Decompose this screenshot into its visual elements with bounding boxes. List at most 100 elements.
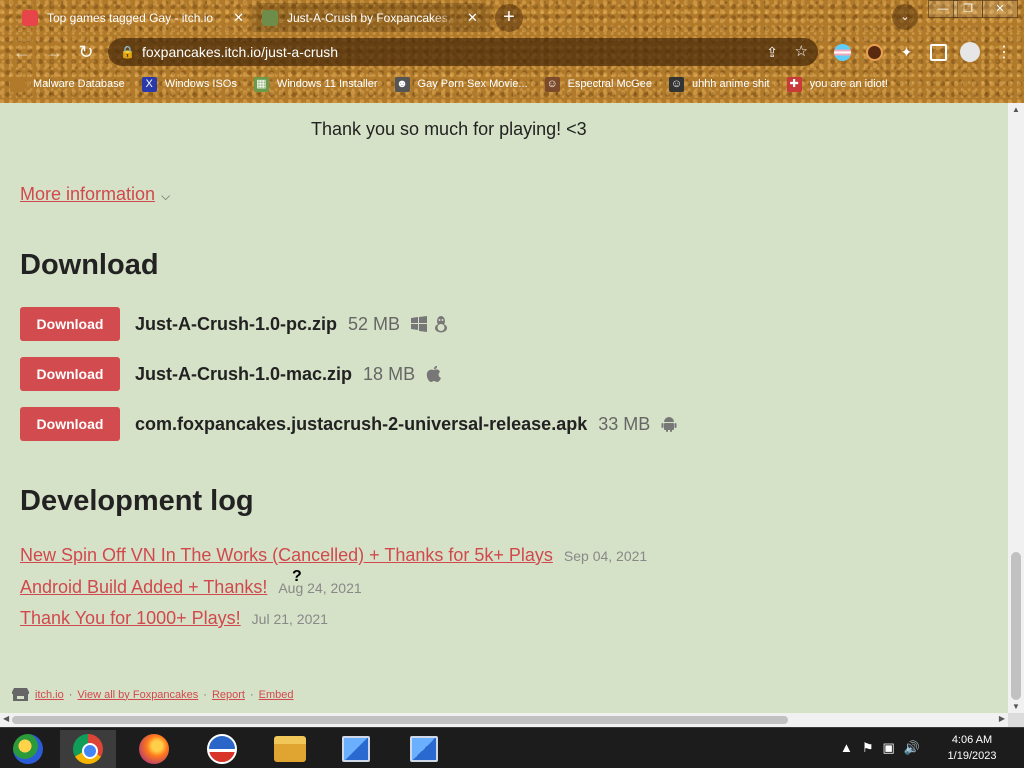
view-all-link[interactable]: View all by Foxpancakes [77,689,198,701]
reload-button[interactable]: ↻ [74,40,98,64]
devlog-link[interactable]: New Spin Off VN In The Works (Cancelled)… [20,545,553,566]
scroll-left-icon[interactable]: ◀ [3,714,9,723]
bookmark-item[interactable]: ▦ Windows 11 Installer [253,76,378,92]
bookmark-favicon-icon [10,76,25,92]
bookmark-label: you are an idiot! [809,78,888,90]
help-cursor-icon: ? [292,568,302,585]
download-row: Download Just-A-Crush-1.0-mac.zip 18 MB [20,357,447,391]
scrollbar-corner [1008,713,1024,727]
close-window-button[interactable]: ✕ [982,0,1018,18]
devlog-item: New Spin Off VN In The Works (Cancelled)… [20,545,647,566]
address-bar[interactable]: 🔒 foxpancakes.itch.io/just-a-crush ⇪ ☆ [108,38,818,66]
bookmark-favicon-icon: X [141,76,157,92]
side-panel-icon[interactable] [930,44,947,61]
scrollbar-thumb[interactable] [12,716,788,724]
more-information-link[interactable]: More information ⌵ [20,184,170,205]
file-size: 52 MB [348,313,401,334]
devlog-heading: Development log [20,485,254,517]
bookmark-favicon-icon: ▦ [253,76,269,92]
bookmark-label: uhhh anime shit [691,78,770,90]
more-information-label: More information [20,184,156,204]
page-content: Thank you so much for playing! <3 More i… [0,103,1008,713]
scroll-up-icon[interactable]: ▲ [1012,105,1020,114]
thanks-message: Thank you so much for playing! <3 [311,119,587,139]
scrollbar-thumb[interactable] [1011,552,1021,700]
tab-search-button[interactable]: ⌄ [892,4,918,30]
bookmark-item[interactable]: Malware Database [10,76,125,92]
download-button[interactable]: Download [20,307,120,341]
tab-top-games[interactable]: Top games tagged Gay - itch.io ✕ [12,3,254,32]
bookmark-favicon-icon: ☻ [394,76,410,92]
bookmark-star-icon[interactable]: ☆ [795,38,808,66]
taskbar-network-app[interactable] [396,730,452,768]
avatar-extension-icon[interactable] [866,44,883,61]
bookmark-favicon-icon: ☺ [544,76,560,92]
network-icon[interactable]: ▣ [883,740,895,756]
taskbar-chrome[interactable] [60,730,116,768]
system-tray: ▲ ⚑ ▣ 🔊 [840,740,920,756]
bookmark-favicon-icon: ✚ [786,76,802,92]
bookmark-item[interactable]: ☻ Gay Porn Sex Movie... [394,76,528,92]
folder-icon [274,736,306,762]
bookmark-label: Windows 11 Installer [276,78,378,90]
chevron-down-icon: ⌵ [161,189,171,203]
share-icon[interactable]: ⇪ [766,38,778,66]
obama-logo-icon [207,734,237,764]
clock-date: 1/19/2023 [947,750,997,762]
bookmark-favicon-icon: ☺ [668,76,684,92]
download-button[interactable]: Download [20,357,120,391]
bookmark-item[interactable]: ☺ uhhh anime shit [668,76,770,92]
taskbar-firefox[interactable] [126,730,182,768]
windows-orb-icon [13,734,43,764]
back-button[interactable]: ← [10,40,34,64]
tab-just-a-crush[interactable]: Just-A-Crush by Foxpancakes, be ✕ [252,3,490,32]
download-row: Download com.foxpancakes.justacrush-2-un… [20,407,682,441]
bookmark-label: Espectral McGee [567,78,652,90]
start-button[interactable] [0,730,56,768]
profile-avatar-icon[interactable] [960,42,980,62]
trans-flag-extension-icon[interactable] [834,44,851,61]
taskbar-network-app[interactable] [328,730,384,768]
new-tab-button[interactable]: + [495,4,523,32]
show-hidden-icons[interactable]: ▲ [840,740,853,756]
volume-icon[interactable]: 🔊 [904,740,920,756]
devlog-link[interactable]: Thank You for 1000+ Plays! [20,608,241,629]
file-name: com.foxpancakes.justacrush-2-universal-r… [135,413,588,434]
scroll-right-icon[interactable]: ▶ [999,714,1005,723]
itch-io-link[interactable]: itch.io [35,689,64,701]
scroll-down-icon[interactable]: ▼ [1012,702,1020,711]
vertical-scrollbar[interactable]: ▲ ▼ [1008,103,1024,713]
maximize-button[interactable]: ❐ [953,0,983,18]
menu-dots-icon[interactable]: ⋮ [996,42,1012,62]
network-computer-icon [410,736,438,762]
separator: · [68,688,73,701]
clock-time: 4:06 AM [951,734,993,746]
taskbar-obama-app[interactable] [194,730,250,768]
lock-icon[interactable]: 🔒 [120,38,135,66]
report-link[interactable]: Report [212,689,245,701]
devlog-item: Thank You for 1000+ Plays! Jul 21, 2021 [20,608,328,629]
bookmark-item[interactable]: X Windows ISOs [141,76,237,92]
apple-icon [426,366,442,382]
tab-close-icon[interactable]: ✕ [467,10,478,26]
flag-icon[interactable]: ⚑ [862,740,874,756]
download-button[interactable]: Download [20,407,120,441]
taskbar: ▲ ⚑ ▣ 🔊 4:06 AM 1/19/2023 [0,727,1024,768]
embed-link[interactable]: Embed [259,689,294,701]
clock[interactable]: 4:06 AM 1/19/2023 [932,732,1012,764]
tab-title: Top games tagged Gay - itch.io [47,10,214,25]
bookmark-label: Malware Database [33,78,125,90]
taskbar-file-explorer[interactable] [262,730,318,768]
horizontal-scrollbar[interactable]: ◀ ▶ [0,713,1008,727]
bookmark-label: Windows ISOs [164,78,237,90]
puzzle-extensions-icon[interactable]: ✦ [898,44,915,61]
bookmark-item[interactable]: ☺ Espectral McGee [544,76,652,92]
devlog-link[interactable]: Android Build Added + Thanks! [20,577,267,598]
browser-toolbar: ← → ↻ 🔒 foxpancakes.itch.io/just-a-crush… [0,36,1024,68]
forward-button[interactable]: → [42,40,66,64]
windows-icon [411,316,428,332]
game-favicon-icon [262,9,278,26]
itch-favicon-icon [22,9,38,26]
bookmark-item[interactable]: ✚ you are an idiot! [786,76,888,92]
tab-close-icon[interactable]: ✕ [233,10,244,26]
